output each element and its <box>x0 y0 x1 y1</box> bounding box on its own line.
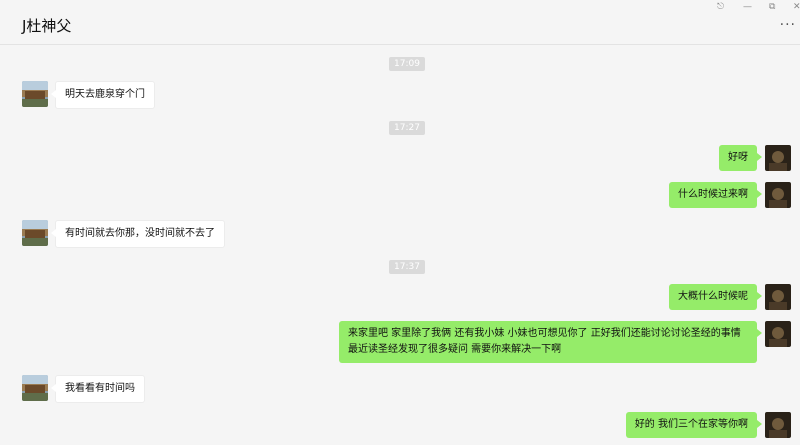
self-avatar[interactable] <box>765 412 791 438</box>
message-bubble-outgoing[interactable]: 好呀 <box>719 145 762 171</box>
contact-avatar[interactable] <box>22 375 48 401</box>
timestamp: 17:09 <box>389 57 425 71</box>
contact-avatar[interactable] <box>22 81 48 107</box>
chat-title[interactable]: J杜神父 <box>22 15 71 36</box>
timestamp: 17:27 <box>389 121 425 135</box>
message-bubble-incoming[interactable]: 明天去鹿泉穿个门 <box>51 81 155 109</box>
message-bubble-incoming[interactable]: 有时间就去你那，没时间就不去了 <box>51 220 225 248</box>
message-bubble-outgoing[interactable]: 大概什么时候呢 <box>669 284 762 310</box>
self-avatar[interactable] <box>765 182 791 208</box>
timestamp: 17:37 <box>389 260 425 274</box>
pin-icon[interactable]: ⎋ <box>717 2 724 12</box>
message-bubble-outgoing[interactable]: 来家里吧 家里除了我俩 还有我小妹 小妹也可想见你了 正好我们还能讨论讨论圣经的… <box>339 321 762 363</box>
self-avatar[interactable] <box>765 145 791 171</box>
restore-icon[interactable]: ⧉ <box>769 2 775 12</box>
minimize-icon[interactable]: — <box>743 2 752 12</box>
message-bubble-outgoing[interactable]: 什么时候过来啊 <box>669 182 762 208</box>
chat-header: J杜神父 ⎋ — ⧉ ✕ ··· <box>0 0 800 45</box>
message-bubble-outgoing[interactable]: 好的 我们三个在家等你啊 <box>625 412 763 438</box>
close-icon[interactable]: ✕ <box>793 2 800 12</box>
self-avatar[interactable] <box>765 321 791 347</box>
contact-avatar[interactable] <box>22 220 48 246</box>
message-bubble-incoming[interactable]: 我看看有时间吗 <box>51 375 145 403</box>
more-options-icon[interactable]: ··· <box>780 17 796 33</box>
self-avatar[interactable] <box>765 284 791 310</box>
